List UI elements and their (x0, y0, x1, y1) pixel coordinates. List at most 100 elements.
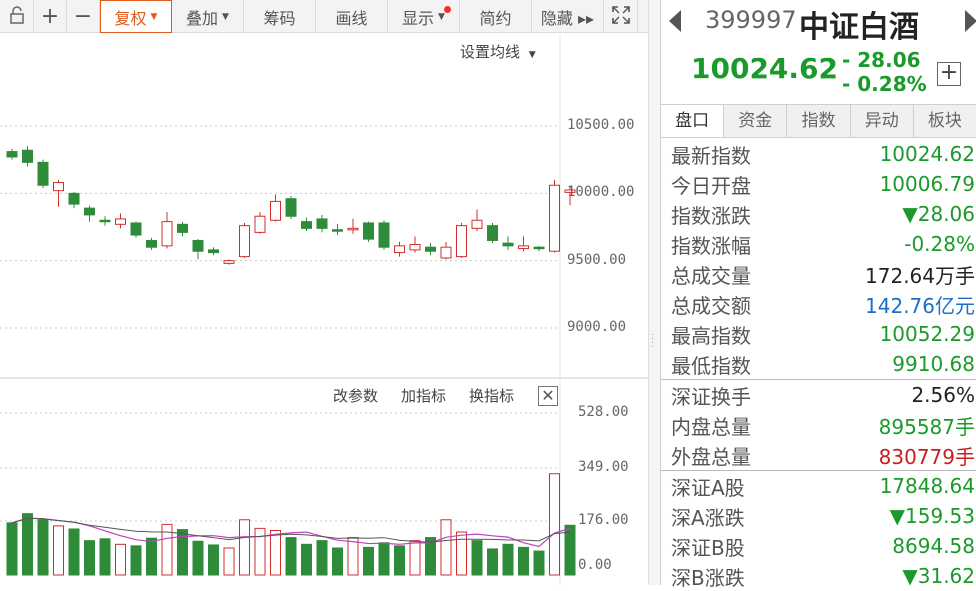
chart-toolbar: + − 复权 ▼ 叠加 ▼ 筹码 画线 显示 ▼ 简约 隐藏 ▸▸ (0, 0, 648, 33)
quote-tab[interactable]: 指数 (787, 105, 851, 137)
toolbar-5-button[interactable]: 筹码 (244, 0, 316, 33)
price-change: - 28.06 (842, 48, 921, 72)
candle-body (270, 200, 281, 221)
volume-bar (471, 540, 483, 576)
unlock-button[interactable] (0, 0, 34, 33)
quote-row-label: 最新指数 (671, 143, 751, 168)
quote-row-value: 172.64万手 (865, 263, 975, 288)
drag-handle-icon[interactable]: · · · · (651, 331, 654, 353)
volume-bar (502, 543, 514, 576)
quote-row: 深证换手 2.56% (671, 380, 976, 410)
volume-bar (130, 545, 142, 576)
indicator-button[interactable]: 换指标 (469, 385, 514, 406)
ma-setting-button[interactable]: 设置均线 ▼ (460, 41, 536, 62)
fullscreen-button[interactable] (604, 0, 638, 33)
quote-row-label: 指数涨幅 (671, 233, 751, 258)
toolbar-4-button[interactable]: 叠加 ▼ (172, 0, 244, 33)
volume-bar (192, 540, 204, 576)
candle-body (161, 221, 173, 247)
toolbar-6-button[interactable]: 画线 (316, 0, 388, 33)
quote-tab[interactable]: 板块 (914, 105, 976, 137)
candle-body (471, 219, 483, 229)
candle-body (68, 192, 80, 205)
candle-body (347, 227, 359, 231)
quote-row-label: 最低指数 (671, 353, 751, 378)
chevron-down-icon: ▼ (150, 11, 158, 22)
candle-body (254, 215, 266, 233)
quote-row: 深证B股 8694.58 (671, 531, 976, 561)
panel-divider[interactable] (648, 0, 660, 585)
price-tick-label: 9000.00 (567, 319, 627, 335)
quote-row-label: 深证A股 (671, 475, 745, 500)
volume-bar (208, 544, 219, 576)
zoom-in-icon: + (40, 4, 60, 29)
candle-body (285, 198, 297, 217)
candle-body (99, 219, 111, 223)
zoom-out-button[interactable]: − (67, 0, 100, 33)
price-tick-label: 10500.00 (567, 117, 635, 133)
volume-bar (332, 547, 343, 576)
volume-bar (316, 540, 328, 576)
quote-row-label: 深证换手 (671, 384, 751, 409)
volume-tick-label: 0.00 (578, 557, 612, 573)
candle-body (487, 225, 498, 241)
quote-row-label: 最高指数 (671, 323, 751, 348)
volume-bar (549, 473, 560, 576)
volume-bar (84, 540, 95, 576)
toolbar-3-button[interactable]: 复权 ▼ (100, 0, 172, 33)
quote-row-value: 2.56% (911, 383, 975, 407)
next-stock-icon[interactable] (965, 10, 976, 32)
candle-body (456, 225, 467, 258)
volume-bar (22, 513, 33, 576)
volume-bar (347, 537, 359, 576)
toolbar-9-button[interactable]: 隐藏 ▸▸ (532, 0, 604, 33)
close-indicator-icon[interactable]: ✕ (538, 386, 558, 406)
quote-row-label: 外盘总量 (671, 444, 751, 469)
quote-tab[interactable]: 资金 (724, 105, 788, 137)
quote-row: 最新指数 10024.62 (671, 139, 976, 169)
quote-row: 今日开盘 10006.79 (671, 169, 976, 199)
quote-row: 总成交量 172.64万手 (671, 259, 976, 289)
candle-body (332, 229, 343, 232)
candle-body (177, 223, 188, 233)
candle-body (208, 249, 219, 254)
quote-row-label: 今日开盘 (671, 173, 751, 198)
toolbar-7-button[interactable]: 显示 ▼ (388, 0, 460, 33)
zoom-in-button[interactable]: + (34, 0, 67, 33)
volume-bar (285, 537, 297, 576)
volume-tick-label: 528.00 (578, 404, 629, 420)
candle-body (378, 222, 390, 248)
candle-body (533, 246, 545, 250)
quote-row-value: -0.28% (904, 232, 975, 256)
quote-row: 深A涨跌 ▼159.53 (671, 501, 976, 531)
indicator-button[interactable]: 加指标 (401, 385, 446, 406)
toolbar-8-button[interactable]: 简约 (460, 0, 532, 33)
volume-bar (223, 547, 235, 576)
volume-bar (146, 537, 157, 576)
price-tick-label: 9500.00 (567, 251, 627, 268)
quote-row-value: 17848.64 (879, 474, 975, 498)
volume-bar (487, 548, 498, 576)
price-change-pct: - 0.28% (842, 72, 927, 96)
quote-row: 外盘总量 830779手 (671, 440, 976, 470)
prev-stock-icon[interactable] (669, 10, 681, 32)
volume-bar (533, 550, 545, 576)
candle-body (192, 239, 204, 252)
toolbar-label: 显示 (402, 8, 435, 28)
notification-dot-icon (444, 6, 451, 13)
quote-tab[interactable]: 盘口 (661, 105, 725, 137)
candle-body (518, 245, 529, 250)
indicator-button[interactable]: 改参数 (333, 385, 378, 406)
candle-body (130, 222, 142, 236)
quote-row-value: 8694.58 (892, 534, 975, 558)
quote-row: 深B涨跌 ▼31.62 (671, 561, 976, 591)
candle-body (37, 161, 49, 186)
kline-chart[interactable]: 设置均线 ▼ 10500.00 10000.00 9500.00 9000.00 改参… (0, 34, 648, 585)
quote-tab[interactable]: 异动 (851, 105, 914, 137)
candle-body (6, 151, 18, 158)
unlock-icon (9, 5, 25, 28)
toolbar-label: 叠加 (186, 8, 219, 28)
quote-row-value: ▼159.53 (889, 504, 975, 528)
candle-body (440, 246, 452, 259)
add-watchlist-button[interactable]: + (937, 62, 961, 86)
